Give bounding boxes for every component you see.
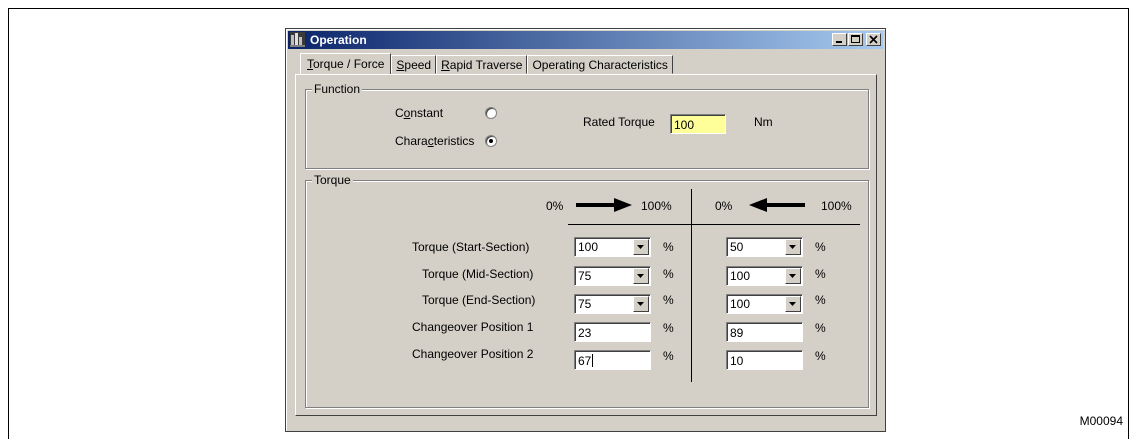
close-icon <box>869 35 878 44</box>
select-value: 100 <box>730 269 751 283</box>
end-section-label: Torque (End-Section) <box>422 293 536 307</box>
left-header-from: 0% <box>546 199 564 213</box>
window-title: Operation <box>310 33 367 47</box>
dropdown-button[interactable] <box>633 239 649 255</box>
dropdown-button[interactable] <box>785 296 801 312</box>
tab-strip: Torque / Force Speed Rapid Traverse Oper… <box>300 53 673 75</box>
header-divider <box>568 224 860 225</box>
title-bar[interactable]: Operation <box>288 31 883 49</box>
tab-label: apid Traverse <box>449 58 523 72</box>
start-section-left-select[interactable]: 100 <box>574 237 651 257</box>
dropdown-button[interactable] <box>785 268 801 284</box>
maximize-button[interactable] <box>848 33 863 46</box>
text-caret <box>592 354 594 367</box>
chevron-down-icon <box>789 245 796 249</box>
dropdown-button[interactable] <box>633 296 649 312</box>
chevron-down-icon <box>637 245 644 249</box>
arrow-right-icon <box>576 198 632 212</box>
operation-dialog: Operation Torque / Force Speed Rapid Tra… <box>285 28 886 432</box>
select-value: 100 <box>730 297 751 311</box>
left-header-to: 100% <box>641 199 672 213</box>
rated-torque-label: Rated Torque <box>583 115 655 129</box>
unit-label: % <box>815 321 826 335</box>
tab-panel: Function Constant Characteristics Rated … <box>295 74 877 416</box>
start-section-label: Torque (Start-Section) <box>412 240 530 254</box>
unit-label: % <box>663 293 674 307</box>
tab-mnemonic: R <box>441 58 450 72</box>
mid-section-label: Torque (Mid-Section) <box>422 267 534 281</box>
function-group: Function Constant Characteristics Rated … <box>305 82 869 169</box>
tab-torque-force[interactable]: Torque / Force <box>300 53 392 74</box>
maximize-icon <box>851 35 860 43</box>
constant-label: Constant <box>395 106 444 120</box>
unit-label: % <box>663 267 674 281</box>
changeover-position-1-label: Changeover Position 1 <box>412 320 534 334</box>
torque-group: Torque 0% 100% 0% 100% Torque (Start-Sec… <box>305 173 869 408</box>
right-header-to: 100% <box>821 199 852 213</box>
changeover-position-1-right-input[interactable]: 89 <box>726 322 803 342</box>
select-value: 100 <box>578 240 599 254</box>
tab-label: Operating Characteristics <box>532 58 668 72</box>
tab-operating-characteristics[interactable]: Operating Characteristics <box>527 55 673 74</box>
changeover-position-2-right-input[interactable]: 10 <box>726 350 803 370</box>
unit-label: % <box>815 240 826 254</box>
dropdown-button[interactable] <box>633 268 649 284</box>
chevron-down-icon <box>637 274 644 278</box>
select-value: 50 <box>730 240 744 254</box>
input-value: 10 <box>730 354 744 368</box>
minimize-icon <box>836 41 842 43</box>
tab-label: peed <box>404 58 432 72</box>
end-section-right-select[interactable]: 100 <box>726 294 803 314</box>
figure-id: M00094 <box>1079 414 1123 428</box>
unit-label: % <box>663 349 674 363</box>
changeover-position-1-left-input[interactable]: 23 <box>574 322 651 342</box>
torque-group-title: Torque <box>312 173 353 187</box>
chevron-down-icon <box>637 302 644 306</box>
mid-section-left-select[interactable]: 75 <box>574 266 651 286</box>
minimize-button[interactable] <box>832 33 847 46</box>
end-section-left-select[interactable]: 75 <box>574 294 651 314</box>
tab-label: orque / Force <box>313 57 385 71</box>
tab-rapid-traverse[interactable]: Rapid Traverse <box>436 55 528 74</box>
unit-label: % <box>663 240 674 254</box>
unit-label: % <box>663 321 674 335</box>
unit-label: % <box>815 267 826 281</box>
select-value: 75 <box>578 269 592 283</box>
input-value: 89 <box>730 326 744 340</box>
rated-torque-input[interactable]: 100 <box>670 114 726 134</box>
unit-label: % <box>815 293 826 307</box>
characteristics-label: Characteristics <box>395 134 475 148</box>
unit-label: % <box>815 349 826 363</box>
close-button[interactable] <box>866 33 881 46</box>
arrow-left-icon <box>749 198 805 212</box>
app-icon <box>290 32 305 47</box>
tab-speed[interactable]: Speed <box>391 55 437 74</box>
input-value: 67 <box>578 354 592 368</box>
right-header-from: 0% <box>715 199 733 213</box>
input-value: 23 <box>578 326 592 340</box>
chevron-down-icon <box>789 302 796 306</box>
rated-torque-value: 100 <box>674 118 695 132</box>
select-value: 75 <box>578 297 592 311</box>
function-group-title: Function <box>312 82 363 96</box>
constant-radio[interactable] <box>485 107 497 119</box>
rated-torque-unit: Nm <box>754 115 773 129</box>
characteristics-radio[interactable] <box>485 135 497 147</box>
mid-section-right-select[interactable]: 100 <box>726 266 803 286</box>
column-divider <box>691 189 692 382</box>
dropdown-button[interactable] <box>785 239 801 255</box>
start-section-right-select[interactable]: 50 <box>726 237 803 257</box>
changeover-position-2-label: Changeover Position 2 <box>412 347 534 361</box>
changeover-position-2-left-input[interactable]: 67 <box>574 350 651 370</box>
chevron-down-icon <box>789 274 796 278</box>
